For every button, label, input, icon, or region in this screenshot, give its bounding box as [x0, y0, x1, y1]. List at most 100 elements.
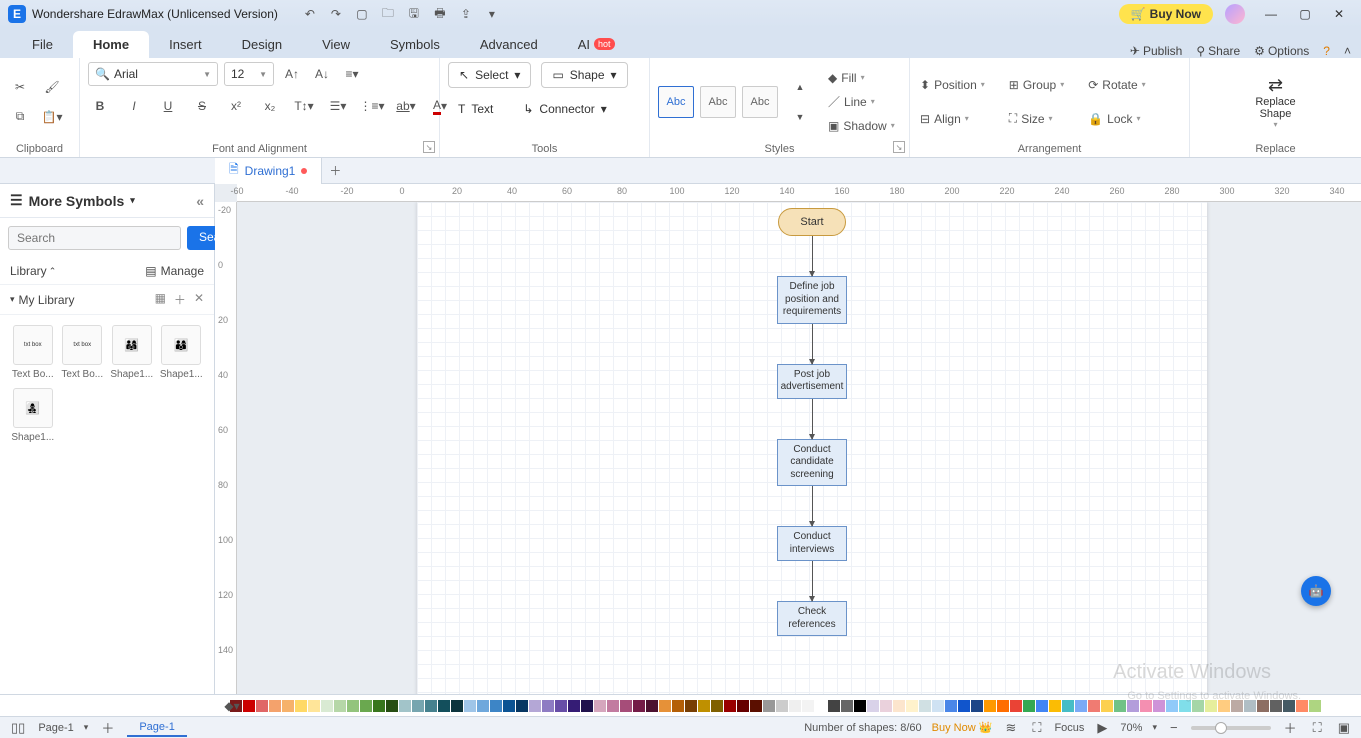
- color-swatch[interactable]: [841, 700, 853, 712]
- paste-icon[interactable]: 📋▾: [40, 105, 64, 129]
- replace-shape-button[interactable]: ⇄ Replace Shape ▾: [1255, 75, 1295, 129]
- color-swatch[interactable]: [815, 700, 827, 712]
- color-swatch[interactable]: [1023, 700, 1035, 712]
- color-swatch[interactable]: [867, 700, 879, 712]
- shadow-menu[interactable]: ▣ Shadow ▾: [826, 116, 897, 136]
- group-menu[interactable]: ⊞ Group▾: [1007, 75, 1066, 95]
- align-dropdown-icon[interactable]: ≡▾: [340, 62, 364, 86]
- new-icon[interactable]: ▢: [354, 6, 370, 22]
- publish-button[interactable]: ✈ Publish: [1130, 44, 1182, 58]
- color-swatch[interactable]: [854, 700, 866, 712]
- color-swatch[interactable]: [958, 700, 970, 712]
- color-swatch[interactable]: [529, 700, 541, 712]
- superscript-icon[interactable]: x²: [224, 94, 248, 118]
- font-name-dropdown[interactable]: 🔍 Arial▼: [88, 62, 218, 86]
- color-swatch[interactable]: [1166, 700, 1178, 712]
- color-swatch[interactable]: [542, 700, 554, 712]
- lib-view-icon[interactable]: ▦: [155, 291, 166, 308]
- tab-file[interactable]: File: [12, 31, 73, 58]
- tab-ai[interactable]: AIhot: [558, 31, 635, 58]
- line-menu[interactable]: ／ Line ▾: [826, 92, 897, 112]
- style-preset-3[interactable]: Abc: [742, 86, 778, 118]
- color-swatch[interactable]: [1270, 700, 1282, 712]
- color-swatch[interactable]: [516, 700, 528, 712]
- color-swatch[interactable]: [685, 700, 697, 712]
- rotate-menu[interactable]: ⟳ Rotate▾: [1086, 75, 1147, 95]
- color-swatch[interactable]: [1088, 700, 1100, 712]
- align-menu[interactable]: ⊟ Align▾: [918, 109, 987, 129]
- tab-design[interactable]: Design: [222, 31, 302, 58]
- page-tab[interactable]: Page-1: [127, 719, 186, 737]
- numbering-icon[interactable]: ⋮≡▾: [360, 94, 384, 118]
- add-page-button[interactable]: ＋: [98, 718, 117, 737]
- color-swatch[interactable]: [1075, 700, 1087, 712]
- flowchart-process[interactable]: Define job position and requirements: [777, 276, 847, 324]
- open-icon[interactable]: 🗀: [380, 6, 396, 22]
- flowchart-process[interactable]: Conduct candidate screening: [777, 439, 847, 487]
- color-swatch[interactable]: [1296, 700, 1308, 712]
- close-button[interactable]: ✕: [1325, 4, 1353, 24]
- color-swatch[interactable]: [347, 700, 359, 712]
- color-swatch[interactable]: [295, 700, 307, 712]
- tab-advanced[interactable]: Advanced: [460, 31, 558, 58]
- page-selector[interactable]: Page-1: [38, 722, 73, 734]
- color-swatch[interactable]: [503, 700, 515, 712]
- flowchart-connector[interactable]: [812, 486, 813, 526]
- highlight-icon[interactable]: ab▾: [394, 94, 418, 118]
- color-swatch[interactable]: [1140, 700, 1152, 712]
- color-swatch[interactable]: [360, 700, 372, 712]
- presentation-icon[interactable]: ▶: [1094, 720, 1110, 736]
- color-swatch[interactable]: [880, 700, 892, 712]
- buy-now-button[interactable]: 🛒 Buy Now: [1119, 4, 1213, 24]
- maximize-button[interactable]: ▢: [1291, 4, 1319, 24]
- color-swatch[interactable]: [568, 700, 580, 712]
- tab-symbols[interactable]: Symbols: [370, 31, 460, 58]
- zoom-value[interactable]: 70%: [1120, 722, 1142, 734]
- color-swatch[interactable]: [919, 700, 931, 712]
- focus-label[interactable]: Focus: [1054, 722, 1084, 734]
- document-tab[interactable]: 🗎 Drawing1: [215, 158, 322, 184]
- hamburger-icon[interactable]: ☰: [10, 192, 23, 209]
- color-swatch[interactable]: [828, 700, 840, 712]
- my-library-label[interactable]: My Library: [19, 293, 75, 307]
- color-swatch[interactable]: [1309, 700, 1321, 712]
- focus-icon[interactable]: ⛶: [1029, 720, 1044, 736]
- style-down-icon[interactable]: ▼: [788, 105, 812, 129]
- symbol-item[interactable]: 👩‍👧‍👦Shape1...: [10, 388, 56, 443]
- bullets-icon[interactable]: ☰▾: [326, 94, 350, 118]
- color-swatch[interactable]: [438, 700, 450, 712]
- color-swatch[interactable]: [1244, 700, 1256, 712]
- redo-icon[interactable]: ↷: [328, 6, 344, 22]
- color-swatch[interactable]: [971, 700, 983, 712]
- increase-font-icon[interactable]: A↑: [280, 62, 304, 86]
- flowchart-process[interactable]: Post job advertisement: [777, 364, 847, 399]
- style-up-icon[interactable]: ▲: [788, 75, 812, 99]
- lock-menu[interactable]: 🔒 Lock▾: [1086, 109, 1147, 129]
- style-preset-1[interactable]: Abc: [658, 86, 694, 118]
- tab-view[interactable]: View: [302, 31, 370, 58]
- color-swatch[interactable]: [659, 700, 671, 712]
- color-swatch[interactable]: [334, 700, 346, 712]
- fullscreen-icon[interactable]: ▣: [1335, 720, 1353, 736]
- fit-page-icon[interactable]: ⛶: [1310, 720, 1325, 736]
- color-swatch[interactable]: [1127, 700, 1139, 712]
- color-swatch[interactable]: [763, 700, 775, 712]
- flowchart-process[interactable]: Conduct interviews: [777, 526, 847, 561]
- flowchart-connector[interactable]: [812, 399, 813, 439]
- symbol-search-input[interactable]: [8, 226, 181, 250]
- print-icon[interactable]: 🖶: [432, 6, 448, 22]
- color-swatch[interactable]: [698, 700, 710, 712]
- color-swatch[interactable]: [789, 700, 801, 712]
- lib-add-icon[interactable]: ＋: [174, 291, 186, 308]
- font-launcher[interactable]: ↘: [423, 141, 435, 153]
- flowchart-connector[interactable]: [812, 561, 813, 601]
- color-swatch[interactable]: [945, 700, 957, 712]
- color-swatch[interactable]: [386, 700, 398, 712]
- color-swatch[interactable]: [256, 700, 268, 712]
- size-menu[interactable]: ⛶ Size▾: [1007, 109, 1066, 129]
- color-swatch[interactable]: [594, 700, 606, 712]
- flowchart-process[interactable]: Check references: [777, 601, 847, 636]
- collapse-ribbon-button[interactable]: ˄: [1344, 44, 1351, 58]
- undo-icon[interactable]: ↶: [302, 6, 318, 22]
- help-button[interactable]: ?: [1323, 44, 1330, 58]
